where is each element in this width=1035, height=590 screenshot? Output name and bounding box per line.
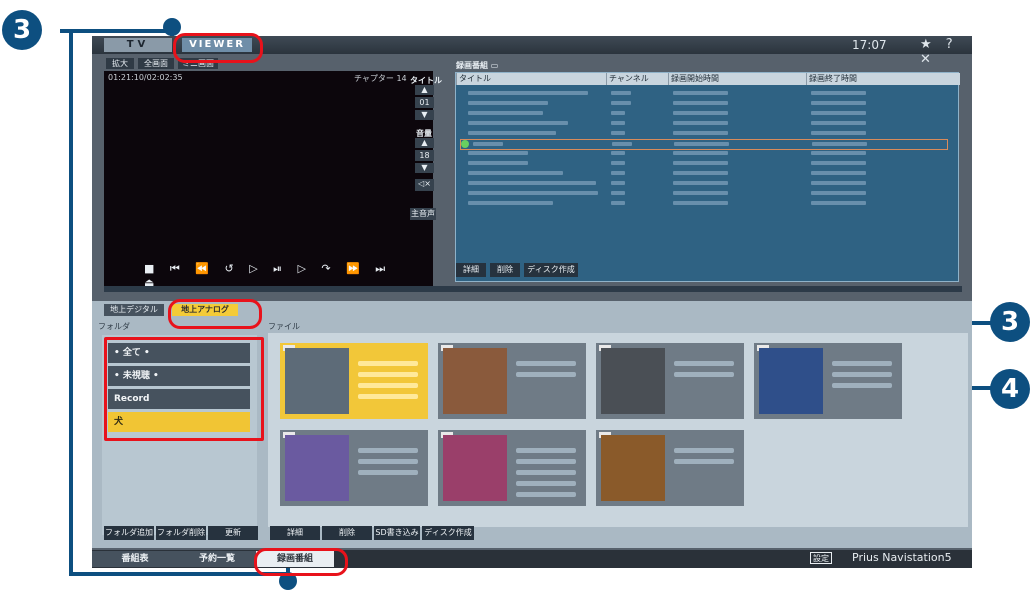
thumbnail-item[interactable]	[596, 430, 744, 506]
folder-icon: ▭	[490, 61, 499, 70]
delete-folder-button[interactable]: フォルダ削除	[156, 526, 206, 540]
callout-dot-viewer	[163, 18, 181, 36]
recordings-title-text: 録画番組	[456, 61, 488, 70]
table-row[interactable]	[468, 169, 948, 178]
highlight-folders	[104, 337, 264, 441]
recording-disc-button[interactable]: ディスク作成	[524, 263, 578, 277]
highlight-recorded	[254, 548, 348, 576]
mute-icon[interactable]: ◁×	[415, 179, 434, 191]
tab-tv[interactable]: TV	[104, 38, 172, 52]
bottom-nav: 番組表 予約一覧 録画番組 設定 Prius Navistation5	[92, 550, 972, 568]
file-thumbnails[interactable]	[268, 333, 968, 527]
volume-down-button[interactable]: ▼	[415, 163, 434, 173]
folder-label: フォルダ	[98, 322, 130, 331]
recordings-header: タイトル チャンネル 録画開始時間 録画終了時間	[456, 73, 960, 85]
fullscreen-button[interactable]: 全画面	[138, 58, 174, 69]
column-end[interactable]: 録画終了時間	[806, 73, 960, 85]
callout-badge-3-mid: 3	[990, 302, 1030, 342]
column-title[interactable]: タイトル	[456, 73, 606, 85]
table-row[interactable]	[468, 189, 948, 198]
title-down-button[interactable]: ▼	[415, 110, 434, 120]
highlight-analog	[168, 299, 262, 329]
table-row[interactable]	[468, 99, 948, 108]
column-start[interactable]: 録画開始時間	[668, 73, 806, 85]
column-channel[interactable]: チャンネル	[606, 73, 668, 85]
callout-badge-4: 4	[990, 369, 1030, 409]
thumbnail-item[interactable]	[596, 343, 744, 419]
thumbnail-item[interactable]	[438, 343, 586, 419]
recording-detail-button[interactable]: 詳細	[456, 263, 486, 277]
callout-line-top	[60, 29, 172, 33]
tab-terrestrial-digital[interactable]: 地上デジタル	[104, 304, 164, 316]
file-detail-button[interactable]: 詳細	[270, 526, 320, 540]
transport-controls[interactable]: ■ ⏮ ⏪ ↺ ▷ ⏯ ▷ ↷ ⏩ ⏭ ⏏	[144, 262, 394, 289]
title-up-button[interactable]: ▲	[415, 85, 434, 95]
playback-time: 01:21:10/02:02:35	[108, 73, 183, 82]
table-row[interactable]	[468, 129, 948, 138]
window-buttons[interactable]: ★ ? ✕	[920, 37, 972, 67]
table-row[interactable]	[468, 109, 948, 118]
recordings-panel-title: 録画番組 ▭	[456, 60, 498, 71]
table-row[interactable]	[468, 149, 948, 158]
highlight-viewer	[173, 33, 263, 63]
clock: 17:07	[852, 38, 887, 52]
settings-button[interactable]: 設定	[810, 552, 832, 564]
tab-program-guide[interactable]: 番組表	[92, 551, 178, 567]
thumbnail-item[interactable]	[280, 430, 428, 506]
callout-line-bottom	[69, 572, 287, 576]
sd-write-button[interactable]: SD書き込み	[374, 526, 420, 540]
callout-line-left	[69, 29, 73, 576]
audio-channel-button[interactable]: 主音声	[410, 208, 436, 220]
file-label: ファイル	[268, 322, 300, 331]
file-delete-button[interactable]: 削除	[322, 526, 372, 540]
add-folder-button[interactable]: フォルダ追加	[104, 526, 154, 540]
table-row[interactable]	[468, 199, 948, 208]
video-screen[interactable]	[104, 71, 433, 286]
volume-value: 18	[415, 150, 434, 161]
volume-up-button[interactable]: ▲	[415, 138, 434, 148]
chapter-indicator: チャプター 14	[354, 74, 407, 83]
recordings-list[interactable]: タイトル チャンネル 録画開始時間 録画終了時間	[455, 72, 960, 282]
recording-delete-button[interactable]: 削除	[490, 263, 520, 277]
brand-logo: Prius Navistation5	[852, 551, 952, 564]
title-value: 01	[415, 97, 434, 108]
callout-badge-3-top: 3	[2, 10, 42, 50]
table-row[interactable]	[468, 179, 948, 188]
thumbnail-item[interactable]	[280, 343, 428, 419]
thumbnail-item[interactable]	[754, 343, 902, 419]
table-row[interactable]	[468, 119, 948, 128]
tab-reservations[interactable]: 予約一覧	[178, 551, 256, 567]
thumbnail-item[interactable]	[438, 430, 586, 506]
file-disc-button[interactable]: ディスク作成	[422, 526, 474, 540]
zoom-button[interactable]: 拡大	[106, 58, 134, 69]
table-row[interactable]	[468, 159, 948, 168]
refresh-button[interactable]: 更新	[208, 526, 258, 540]
table-row[interactable]	[468, 89, 948, 98]
seek-bar[interactable]	[104, 286, 962, 292]
